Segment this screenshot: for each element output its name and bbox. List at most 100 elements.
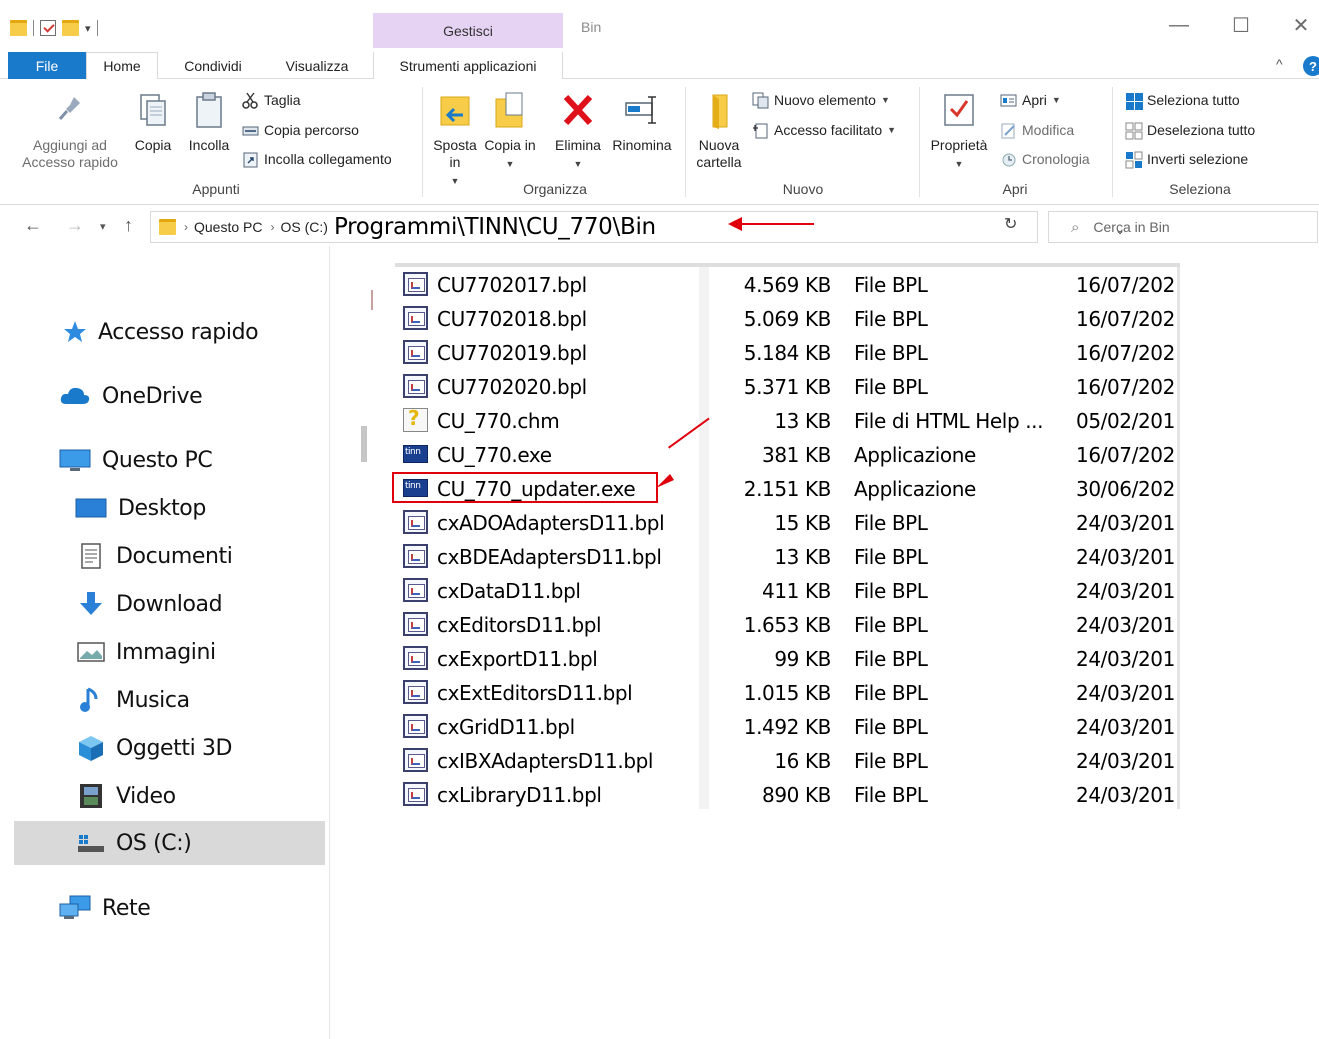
nav-item-quick-access[interactable]: Accesso rapido [62,310,259,354]
tab-file[interactable]: File [8,52,86,79]
group-label-clipboard: Appunti [192,181,240,197]
copy-to-button[interactable]: Copia in ▼ [482,89,538,173]
pin-quick-access-button[interactable]: Aggiungi ad Accesso rapido [10,89,130,171]
properties-label: Proprietà [930,137,988,153]
properties-button[interactable]: Proprietà ▼ [922,89,996,173]
file-row[interactable]: CU7702017.bpl 4.569 KB File BPL 16/07/202 [395,267,1180,301]
tab-view[interactable]: Visualizza [272,52,362,79]
contextual-tab-group: Gestisci [373,13,563,48]
edit-button[interactable]: Modifica [1000,119,1074,141]
file-date: 24/03/201 [1076,783,1175,807]
file-row[interactable]: cxADOAdaptersD11.bpl 15 KB File BPL 24/03/2… [395,505,1180,539]
breadcrumb-drive-c[interactable]: OS (C:) [280,219,327,235]
nav-item-pictures[interactable]: Immagini [76,630,216,674]
nav-item-3d-objects[interactable]: Oggetti 3D [76,726,232,770]
refresh-icon[interactable]: ↻ [1004,214,1017,234]
file-row[interactable]: cxExtEditorsD11.bpl 1.015 KB File BPL 24/03… [395,675,1180,709]
file-row[interactable]: CU7702018.bpl 5.069 KB File BPL 16/07/202 [395,301,1180,335]
new-folder-icon[interactable] [62,20,79,36]
file-row[interactable]: CU_770.chm 13 KB File di HTML Help ... 05/0… [395,403,1180,437]
dropdown-arrow: ▼ [887,125,897,135]
file-row[interactable]: CU7702019.bpl 5.184 KB File BPL 16/07/202 [395,335,1180,369]
nav-item-this-pc[interactable]: Questo PC [58,438,213,482]
breadcrumb-this-pc[interactable]: Questo PC [194,219,262,235]
file-row[interactable]: cxGridD11.bpl 1.492 KB File BPL 24/03/201 [395,709,1180,743]
nav-item-videos[interactable]: Video [76,774,176,818]
help-icon[interactable]: ? [1303,56,1319,76]
tab-home[interactable]: Home [86,52,158,80]
properties-icon[interactable] [40,20,56,36]
select-all-button[interactable]: Seleziona tutto [1125,89,1240,111]
copy-path-button[interactable]: Copia percorso [242,119,359,141]
nav-item-drive-c[interactable]: OS (C:) [14,821,325,865]
nav-item-network[interactable]: Rete [58,886,151,930]
file-row[interactable]: cxBDEAdaptersD11.bpl 13 KB File BPL 24/03/2… [395,539,1180,573]
file-size: 411 KB [762,579,831,603]
delete-button[interactable]: Elimina ▼ [548,89,608,173]
cut-button[interactable]: Taglia [242,89,301,111]
file-name: cxDataD11.bpl [437,579,581,603]
paste-button[interactable]: Incolla [182,89,236,154]
tab-application-tools[interactable]: Strumenti applicazioni [373,52,563,79]
file-row[interactable]: cxExportD11.bpl 99 KB File BPL 24/03/201 [395,641,1180,675]
maximize-button[interactable]: ☐ [1218,10,1264,40]
close-button[interactable]: ✕ [1278,10,1319,40]
forward-arrow-icon[interactable]: → [66,215,84,236]
nav-item-documents[interactable]: Documenti [76,534,233,578]
file-row[interactable]: cxDataD11.bpl 411 KB File BPL 24/03/201 [395,573,1180,607]
bpl-file-icon [403,306,428,330]
nav-item-music[interactable]: Musica [76,678,190,722]
chevron-right-icon[interactable]: › [270,220,274,234]
rename-button[interactable]: Rinomina [608,89,676,154]
file-row[interactable]: cxLibraryD11.bpl 890 KB File BPL 24/03/201 [395,777,1180,811]
cube-icon [76,734,106,762]
file-name: cxEditorsD11.bpl [437,613,602,637]
nav-item-onedrive[interactable]: OneDrive [58,374,203,418]
search-icon: ⌕ [1071,218,1080,236]
file-type: File BPL [854,715,928,739]
file-date: 16/07/202 [1076,307,1175,331]
history-button[interactable]: Cronologia [1000,148,1090,170]
chevron-right-icon[interactable]: › [184,220,188,234]
dropdown-arrow: ▼ [1051,95,1061,105]
file-row[interactable]: CU7702020.bpl 5.371 KB File BPL 16/07/202 [395,369,1180,403]
nav-item-downloads[interactable]: Download [76,582,223,626]
open-button[interactable]: Apri ▼ [1000,89,1061,111]
file-size: 16 KB [774,749,831,773]
file-name: cxExtEditorsD11.bpl [437,681,633,705]
separator [1112,87,1113,197]
file-size: 5.069 KB [743,307,832,331]
file-row[interactable]: cxIBXAdaptersD11.bpl 16 KB File BPL 24/03/2… [395,743,1180,777]
search-placeholder: Cerca in Bin [1093,219,1170,235]
new-folder-button[interactable]: Nuova cartella [688,89,750,171]
recent-locations-chevron-icon[interactable]: ▾ [100,220,106,233]
file-type: Applicazione [854,477,976,501]
tab-share[interactable]: Condividi [168,52,258,79]
up-arrow-icon[interactable]: ↑ [124,215,133,236]
file-date: 24/03/201 [1076,613,1175,637]
file-type: File BPL [854,681,928,705]
file-row[interactable]: CU_770.exe 381 KB Applicazione 16/07/202 [395,437,1180,471]
new-folder-label: Nuova cartella [696,137,742,170]
invert-selection-button[interactable]: Inverti selezione [1125,148,1248,170]
copy-path-icon [242,122,259,139]
easy-access-button[interactable]: Accesso facilitato ▼ [752,119,896,141]
minimize-button[interactable]: — [1156,10,1202,40]
separator [33,20,34,36]
nav-item-label: Musica [116,687,190,713]
file-size: 5.371 KB [743,375,832,399]
nav-item-desktop[interactable]: Desktop [74,486,206,530]
customize-toolbar-dropdown[interactable]: ▾ [85,22,91,35]
cut-label: Taglia [264,92,301,108]
address-input[interactable]: › Questo PC › OS (C:) Programmi\TINN\CU_… [150,211,1125,243]
paste-shortcut-button[interactable]: Incolla collegamento [242,148,392,170]
search-input[interactable]: ⌕ Cerca in Bin [1048,211,1318,243]
select-none-button[interactable]: Deseleziona tutto [1125,119,1255,141]
copy-button[interactable]: Copia [128,89,178,154]
file-date: 16/07/202 [1076,443,1175,467]
file-row[interactable]: cxEditorsD11.bpl 1.653 KB File BPL 24/03/20… [395,607,1180,641]
new-item-button[interactable]: Nuovo elemento ▼ [752,89,890,111]
move-to-button[interactable]: Sposta in ▼ [426,89,484,190]
back-arrow-icon[interactable]: ← [24,215,42,236]
collapse-ribbon-icon[interactable]: ^ [1276,56,1283,72]
